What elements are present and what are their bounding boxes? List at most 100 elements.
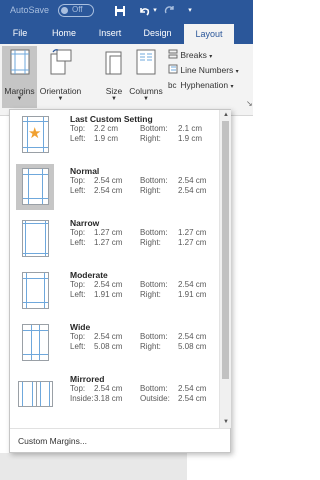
gridline (42, 169, 43, 204)
page-spread-thumbnail (18, 381, 53, 407)
label-right: Right: (140, 238, 161, 247)
label-right: Right: (140, 186, 161, 195)
option-title: Wide (70, 322, 91, 332)
gridline (45, 221, 46, 256)
customize-qat-icon[interactable]: ▾ (186, 3, 194, 19)
label-top: Top: (70, 384, 86, 393)
margins-label: Margins (4, 86, 35, 96)
autosave-toggle[interactable]: Off (58, 4, 94, 17)
margin-option-narrow[interactable]: Narrow Top: 1.27 cm Bottom: 1.27 cm Left… (10, 214, 219, 265)
scroll-up-icon[interactable]: ▲ (220, 110, 232, 120)
custom-margins-label: Custom Margins... (18, 436, 87, 446)
chevron-down-icon: ▼ (16, 96, 23, 102)
label-top: Top: (70, 228, 86, 237)
margin-option-last-custom[interactable]: ★ Last Custom Setting Top: 2.2 cm Bottom… (10, 110, 219, 161)
page-thumbnail (22, 272, 49, 309)
thumbnail (16, 268, 54, 314)
margin-option-wide[interactable]: Wide Top: 2.54 cm Bottom: 2.54 cm Left: … (10, 318, 219, 369)
margins-gallery: ★ Last Custom Setting Top: 2.2 cm Bottom… (10, 110, 219, 428)
chevron-down-icon: ▾ (230, 84, 234, 90)
gridline (43, 117, 44, 152)
thumbnail: ★ (16, 112, 54, 158)
undo-icon[interactable] (137, 3, 151, 19)
page-thumbnail (22, 324, 49, 361)
value-top: 1.27 cm (94, 228, 123, 237)
option-title: Last Custom Setting (70, 114, 153, 124)
label-bottom: Bottom: (140, 280, 168, 289)
gridline (26, 273, 27, 308)
tab-design[interactable]: Design (135, 22, 180, 44)
value-bottom: 2.54 cm (178, 280, 207, 289)
value-left: 1.91 cm (94, 290, 123, 299)
value-bottom: 2.1 cm (178, 124, 203, 133)
custom-margins-item[interactable]: Custom Margins... (10, 428, 230, 453)
toggle-knob (61, 7, 68, 14)
margins-button[interactable]: Margins ▼ (2, 46, 37, 108)
orientation-icon (50, 49, 72, 75)
background-strip (0, 453, 187, 480)
autosave-state: Off (72, 5, 83, 14)
line-numbers-button[interactable]: Line Numbers ▾ (168, 63, 253, 77)
gallery-scrollbar[interactable]: ▲ ▼ (219, 110, 231, 428)
gridline (40, 382, 41, 406)
value-outside: 2.54 cm (178, 394, 207, 403)
label-left: Left: (70, 134, 86, 143)
chevron-down-icon: ▾ (209, 54, 213, 60)
value-top: 2.2 cm (94, 124, 119, 133)
chevron-down-icon: ▾ (235, 69, 239, 75)
size-icon (105, 51, 122, 75)
columns-button[interactable]: Columns ▼ (128, 46, 164, 108)
page-setup-launcher-icon[interactable]: ↘ (246, 99, 253, 108)
chevron-down-icon: ▼ (57, 96, 64, 102)
label-bottom: Bottom: (140, 332, 168, 341)
tab-home[interactable]: Home (44, 22, 84, 44)
value-right: 5.08 cm (178, 342, 207, 351)
star-icon: ★ (28, 125, 42, 142)
page-thumbnail (22, 220, 49, 257)
value-left: 2.54 cm (94, 186, 123, 195)
thumbnail (16, 372, 54, 418)
margin-option-mirrored[interactable]: Mirrored Top: 2.54 cm Bottom: 2.54 cm In… (10, 370, 219, 421)
size-button[interactable]: Size ▼ (101, 46, 127, 108)
hyphenation-icon: bc (168, 81, 176, 90)
hyphenation-button[interactable]: bc Hyphenation ▾ (168, 78, 253, 92)
thumbnail (16, 216, 54, 262)
page-thumbnail (22, 168, 49, 205)
undo-dropdown-icon[interactable]: ▾ (151, 3, 159, 19)
orientation-button[interactable]: Orientation ▼ (37, 46, 84, 108)
autosave-label: AutoSave (10, 5, 50, 15)
option-title: Narrow (70, 218, 100, 228)
label-top: Top: (70, 176, 86, 185)
svg-text:bc: bc (168, 81, 176, 89)
option-title: Normal (70, 166, 100, 176)
value-right: 2.54 cm (178, 186, 207, 195)
margin-option-moderate[interactable]: Moderate Top: 2.54 cm Bottom: 2.54 cm Le… (10, 266, 219, 317)
value-right: 1.9 cm (178, 134, 203, 143)
columns-label: Columns (129, 86, 163, 96)
label-outside: Outside: (140, 394, 170, 403)
chevron-down-icon: ▼ (111, 96, 117, 102)
breaks-button[interactable]: Breaks ▾ (168, 48, 238, 62)
label-top: Top: (70, 280, 86, 289)
tab-file[interactable]: File (3, 22, 37, 44)
label-bottom: Bottom: (140, 228, 168, 237)
label-bottom: Bottom: (140, 384, 168, 393)
tab-insert[interactable]: Insert (90, 22, 130, 44)
scrollbar-thumb[interactable] (222, 121, 229, 379)
label-top: Top: (70, 332, 86, 341)
save-icon[interactable] (113, 3, 127, 19)
redo-icon[interactable] (163, 3, 177, 19)
value-left: 1.9 cm (94, 134, 119, 143)
value-bottom: 2.54 cm (178, 384, 207, 393)
gridline (25, 221, 26, 256)
tab-layout[interactable]: Layout (184, 24, 234, 44)
label-bottom: Bottom: (140, 124, 168, 133)
scroll-down-icon[interactable]: ▼ (220, 417, 232, 427)
value-bottom: 2.54 cm (178, 176, 207, 185)
label-inside: Inside: (70, 394, 94, 403)
label-bottom: Bottom: (140, 176, 168, 185)
columns-icon (136, 49, 156, 75)
title-bar: AutoSave Off ▾ ▾ (0, 0, 253, 22)
margin-option-normal[interactable]: Normal Top: 2.54 cm Bottom: 2.54 cm Left… (10, 162, 219, 213)
breaks-icon (168, 49, 178, 59)
